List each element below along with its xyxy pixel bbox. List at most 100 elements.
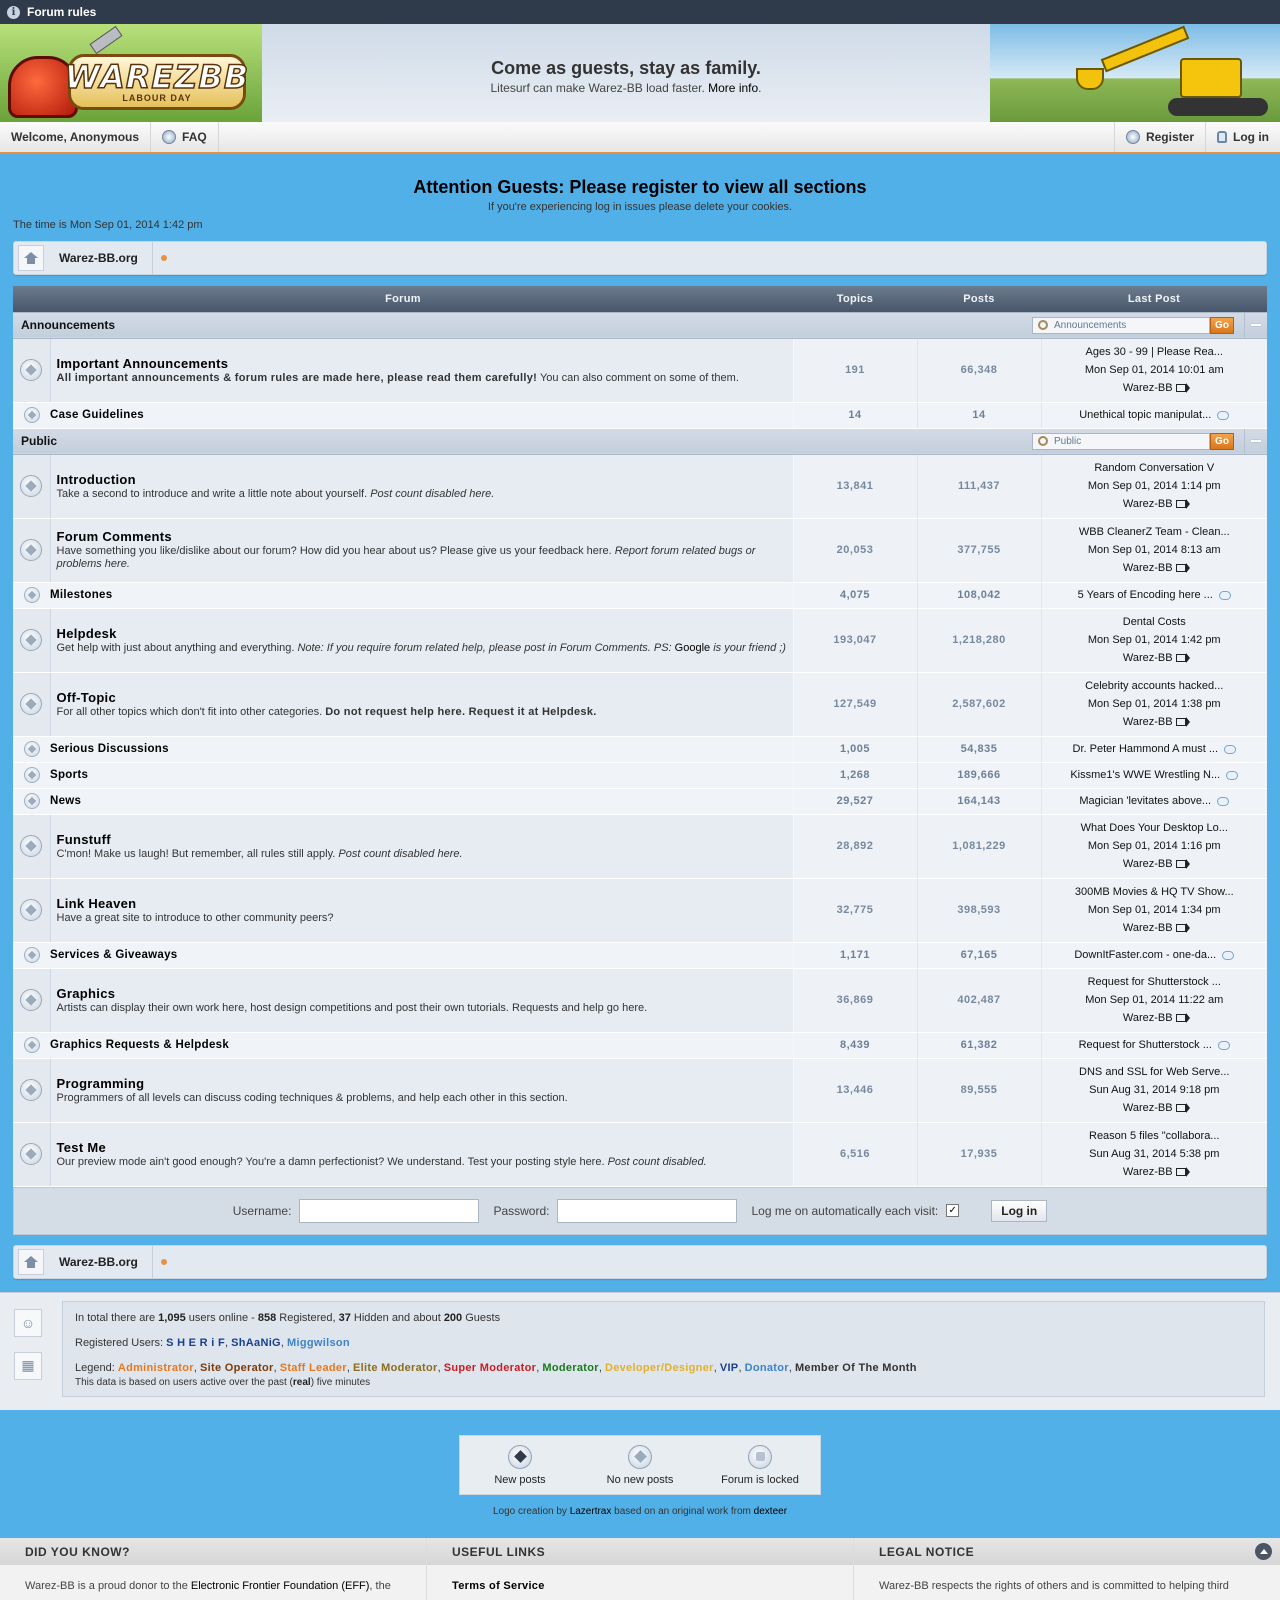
- login-link[interactable]: Log in: [1205, 122, 1280, 152]
- last-post-title-link[interactable]: Kissme1's WWE Wrestling N...: [1070, 769, 1220, 781]
- breadcrumb-home-link[interactable]: Warez-BB.org: [45, 1244, 153, 1279]
- forum-title-link[interactable]: Test Me: [57, 1140, 787, 1155]
- forum-rules-bar[interactable]: i Forum rules: [0, 0, 1280, 24]
- more-info-link[interactable]: More info: [708, 81, 758, 95]
- go-button[interactable]: Go: [1210, 316, 1234, 334]
- forum-title-link[interactable]: Important Announcements: [57, 356, 787, 371]
- last-post-title-link[interactable]: Unethical topic manipulat...: [1079, 409, 1211, 421]
- forum-title-link[interactable]: Funstuff: [57, 832, 787, 847]
- go-to-post-icon[interactable]: [1175, 499, 1190, 510]
- speech-bubble-icon[interactable]: [1217, 796, 1230, 806]
- legend-group-link[interactable]: Moderator: [542, 1362, 598, 1374]
- speech-bubble-icon[interactable]: [1226, 770, 1239, 780]
- last-post-user-link[interactable]: Warez-BB: [1123, 652, 1173, 664]
- credits-original-link[interactable]: dexteer: [754, 1506, 787, 1517]
- forum-title-link[interactable]: Link Heaven: [57, 896, 787, 911]
- legend-group-link[interactable]: Staff Leader: [280, 1362, 347, 1374]
- forum-title-link[interactable]: Milestones: [50, 589, 112, 601]
- faq-link[interactable]: FAQ: [151, 122, 219, 152]
- password-input[interactable]: [557, 1198, 738, 1223]
- last-post-title-link[interactable]: 300MB Movies & HQ TV Show...: [1042, 883, 1268, 901]
- go-to-post-icon[interactable]: [1175, 383, 1190, 394]
- last-post-title-link[interactable]: 5 Years of Encoding here ...: [1078, 589, 1213, 601]
- site-logo[interactable]: WAREZBB LABOUR DAY: [0, 24, 262, 122]
- category-link-public[interactable]: Public: [13, 434, 57, 448]
- online-user-link[interactable]: S H E R i F: [166, 1337, 225, 1349]
- home-button[interactable]: [18, 1248, 44, 1275]
- users-online-icon[interactable]: ☺: [14, 1308, 42, 1337]
- forum-title-link[interactable]: Graphics: [57, 986, 787, 1001]
- last-post-title-link[interactable]: Request for Shutterstock ...: [1079, 1039, 1212, 1051]
- forum-title-link[interactable]: Helpdesk: [57, 626, 787, 641]
- go-to-post-icon[interactable]: [1175, 859, 1190, 870]
- last-post-title-link[interactable]: WBB CleanerZ Team - Clean...: [1042, 523, 1268, 541]
- speech-bubble-icon[interactable]: [1222, 950, 1235, 960]
- forum-title-link[interactable]: Introduction: [57, 472, 787, 487]
- collapse-button[interactable]: [1244, 312, 1267, 338]
- remember-me-checkbox[interactable]: ✓: [946, 1204, 960, 1217]
- go-to-post-icon[interactable]: [1175, 1103, 1190, 1114]
- last-post-title-link[interactable]: Celebrity accounts hacked...: [1042, 677, 1268, 695]
- legend-group-link[interactable]: Member Of The Month: [795, 1362, 917, 1374]
- legend-group-link[interactable]: Super Moderator: [444, 1362, 537, 1374]
- last-post-title-link[interactable]: DownItFaster.com - one-da...: [1074, 949, 1216, 961]
- login-button[interactable]: Log in: [991, 1199, 1048, 1222]
- go-button[interactable]: Go: [1210, 432, 1234, 450]
- last-post-title-link[interactable]: Reason 5 files "collabora...: [1042, 1127, 1268, 1145]
- credits-author-link[interactable]: Lazertrax: [570, 1506, 612, 1517]
- speech-bubble-icon[interactable]: [1218, 590, 1231, 600]
- forum-title-link[interactable]: Forum Comments: [57, 529, 787, 544]
- home-button[interactable]: [18, 245, 44, 271]
- register-link[interactable]: Register: [1113, 122, 1205, 152]
- category-link-announcements[interactable]: Announcements: [13, 318, 115, 332]
- forum-title-link[interactable]: News: [50, 795, 81, 807]
- forum-title-link[interactable]: Off-Topic: [57, 690, 787, 705]
- go-to-post-icon[interactable]: [1175, 1013, 1190, 1024]
- go-to-post-icon[interactable]: [1175, 563, 1190, 574]
- speech-bubble-icon[interactable]: [1224, 744, 1236, 754]
- forum-title-link[interactable]: Case Guidelines: [50, 409, 144, 421]
- speech-bubble-icon[interactable]: [1217, 410, 1230, 420]
- eff-link[interactable]: Electronic Frontier Foundation (EFF): [191, 1580, 370, 1592]
- legend-group-link[interactable]: Donator: [745, 1362, 789, 1374]
- last-post-title-link[interactable]: Random Conversation V: [1042, 459, 1268, 477]
- last-post-title-link[interactable]: Dental Costs: [1042, 613, 1268, 631]
- last-post-title-link[interactable]: Dr. Peter Hammond A must ...: [1073, 743, 1219, 755]
- go-to-post-icon[interactable]: [1175, 653, 1190, 664]
- go-to-post-icon[interactable]: [1175, 1167, 1190, 1178]
- category-jump-select[interactable]: Public: [1032, 432, 1210, 450]
- statistics-icon[interactable]: ▦: [14, 1351, 42, 1380]
- terms-of-service-link[interactable]: Terms of Service: [452, 1580, 545, 1592]
- forum-title-link[interactable]: Graphics Requests & Helpdesk: [50, 1039, 229, 1051]
- last-post-title-link[interactable]: Magician 'levitates above...: [1079, 795, 1211, 807]
- category-jump-select[interactable]: Announcements: [1032, 316, 1210, 334]
- legend-group-link[interactable]: Administrator: [118, 1362, 194, 1374]
- online-user-link[interactable]: ShAaNiG: [231, 1337, 281, 1349]
- last-post-user-link[interactable]: Warez-BB: [1123, 562, 1173, 574]
- username-input[interactable]: [299, 1198, 480, 1223]
- forum-title-link[interactable]: Programming: [57, 1076, 787, 1091]
- last-post-user-link[interactable]: Warez-BB: [1123, 858, 1173, 870]
- online-user-link[interactable]: Miggwilson: [287, 1337, 350, 1349]
- last-post-title-link[interactable]: Ages 30 - 99 | Please Rea...: [1042, 343, 1268, 361]
- forum-title-link[interactable]: Sports: [50, 769, 88, 781]
- go-to-post-icon[interactable]: [1175, 717, 1190, 728]
- legend-group-link[interactable]: Developer/Designer: [605, 1362, 714, 1374]
- legend-group-link[interactable]: VIP: [720, 1362, 739, 1374]
- last-post-title-link[interactable]: DNS and SSL for Web Serve...: [1042, 1063, 1268, 1081]
- last-post-user-link[interactable]: Warez-BB: [1123, 922, 1173, 934]
- last-post-user-link[interactable]: Warez-BB: [1123, 498, 1173, 510]
- last-post-title-link[interactable]: Request for Shutterstock ...: [1042, 973, 1268, 991]
- last-post-title-link[interactable]: What Does Your Desktop Lo...: [1042, 819, 1268, 837]
- last-post-user-link[interactable]: Warez-BB: [1123, 716, 1173, 728]
- back-to-top-button[interactable]: [1255, 1543, 1272, 1560]
- last-post-user-link[interactable]: Warez-BB: [1123, 1012, 1173, 1024]
- forum-title-link[interactable]: Services & Giveaways: [50, 949, 177, 961]
- google-link[interactable]: Google: [675, 642, 710, 654]
- last-post-user-link[interactable]: Warez-BB: [1123, 1166, 1173, 1178]
- breadcrumb-home-link[interactable]: Warez-BB.org: [45, 241, 153, 275]
- forum-title-link[interactable]: Serious Discussions: [50, 743, 169, 755]
- last-post-user-link[interactable]: Warez-BB: [1123, 1102, 1173, 1114]
- forum-rules-link[interactable]: Forum rules: [27, 5, 96, 19]
- collapse-button[interactable]: [1244, 428, 1267, 454]
